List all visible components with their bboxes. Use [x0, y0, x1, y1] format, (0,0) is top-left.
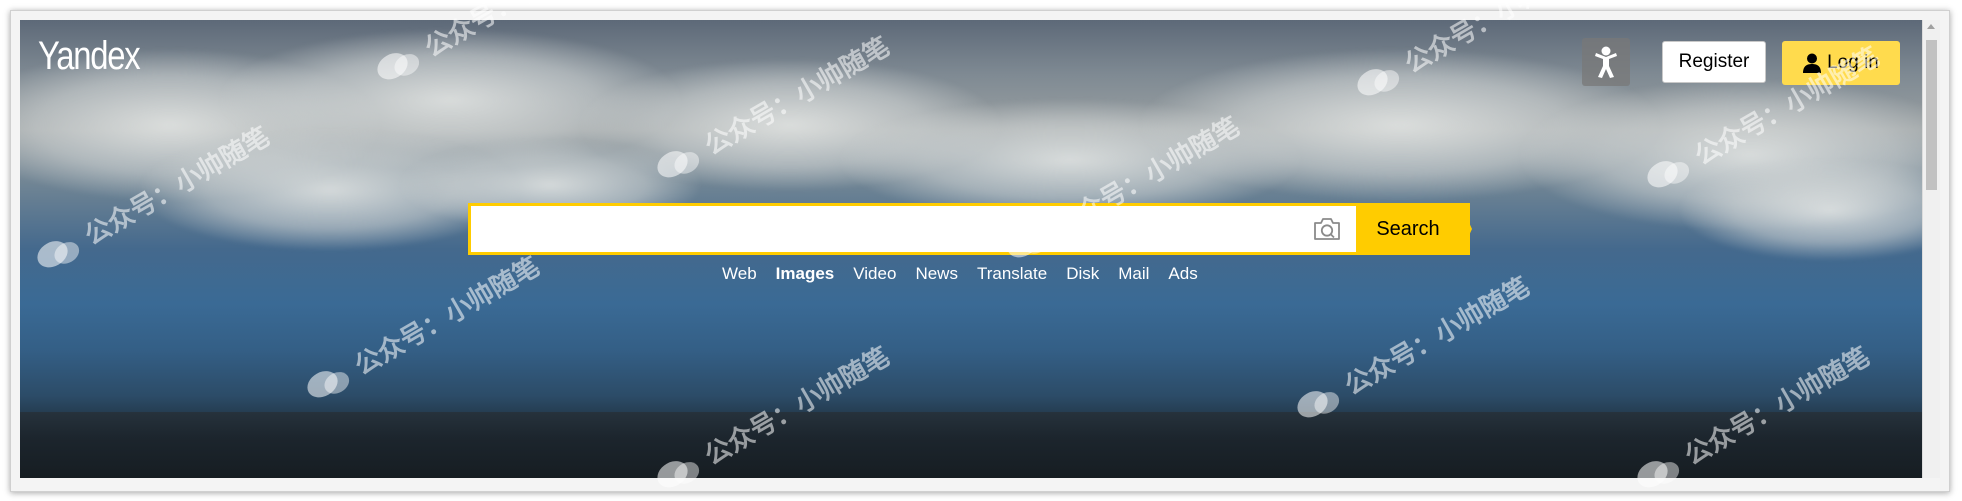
login-button[interactable]: Log in	[1782, 41, 1900, 85]
service-link-images[interactable]: Images	[776, 264, 835, 284]
horizon-land	[20, 412, 1922, 478]
service-link-video[interactable]: Video	[853, 264, 896, 284]
yandex-logo[interactable]: Yandex	[38, 34, 141, 79]
scroll-thumb[interactable]	[1926, 40, 1937, 190]
accessibility-button[interactable]	[1582, 38, 1630, 86]
page-scrollbar[interactable]	[1922, 20, 1940, 478]
search-box	[468, 203, 1356, 255]
service-link-news[interactable]: News	[915, 264, 958, 284]
search-button[interactable]: Search	[1356, 203, 1470, 255]
service-link-mail[interactable]: Mail	[1118, 264, 1149, 284]
register-button[interactable]: Register	[1662, 41, 1766, 83]
scroll-up-arrow-icon[interactable]	[1927, 24, 1935, 29]
user-icon	[1803, 53, 1822, 73]
service-link-translate[interactable]: Translate	[977, 264, 1047, 284]
service-link-disk[interactable]: Disk	[1066, 264, 1099, 284]
service-nav: Web Images Video News Translate Disk Mai…	[722, 264, 1217, 284]
service-link-ads[interactable]: Ads	[1168, 264, 1197, 284]
service-link-web[interactable]: Web	[722, 264, 757, 284]
search-input[interactable]	[479, 210, 1283, 250]
login-label: Log in	[1827, 52, 1879, 73]
accessibility-person-icon	[1595, 46, 1617, 78]
search-button-arrow[interactable]	[1460, 203, 1472, 255]
camera-search-icon[interactable]	[1312, 216, 1342, 242]
